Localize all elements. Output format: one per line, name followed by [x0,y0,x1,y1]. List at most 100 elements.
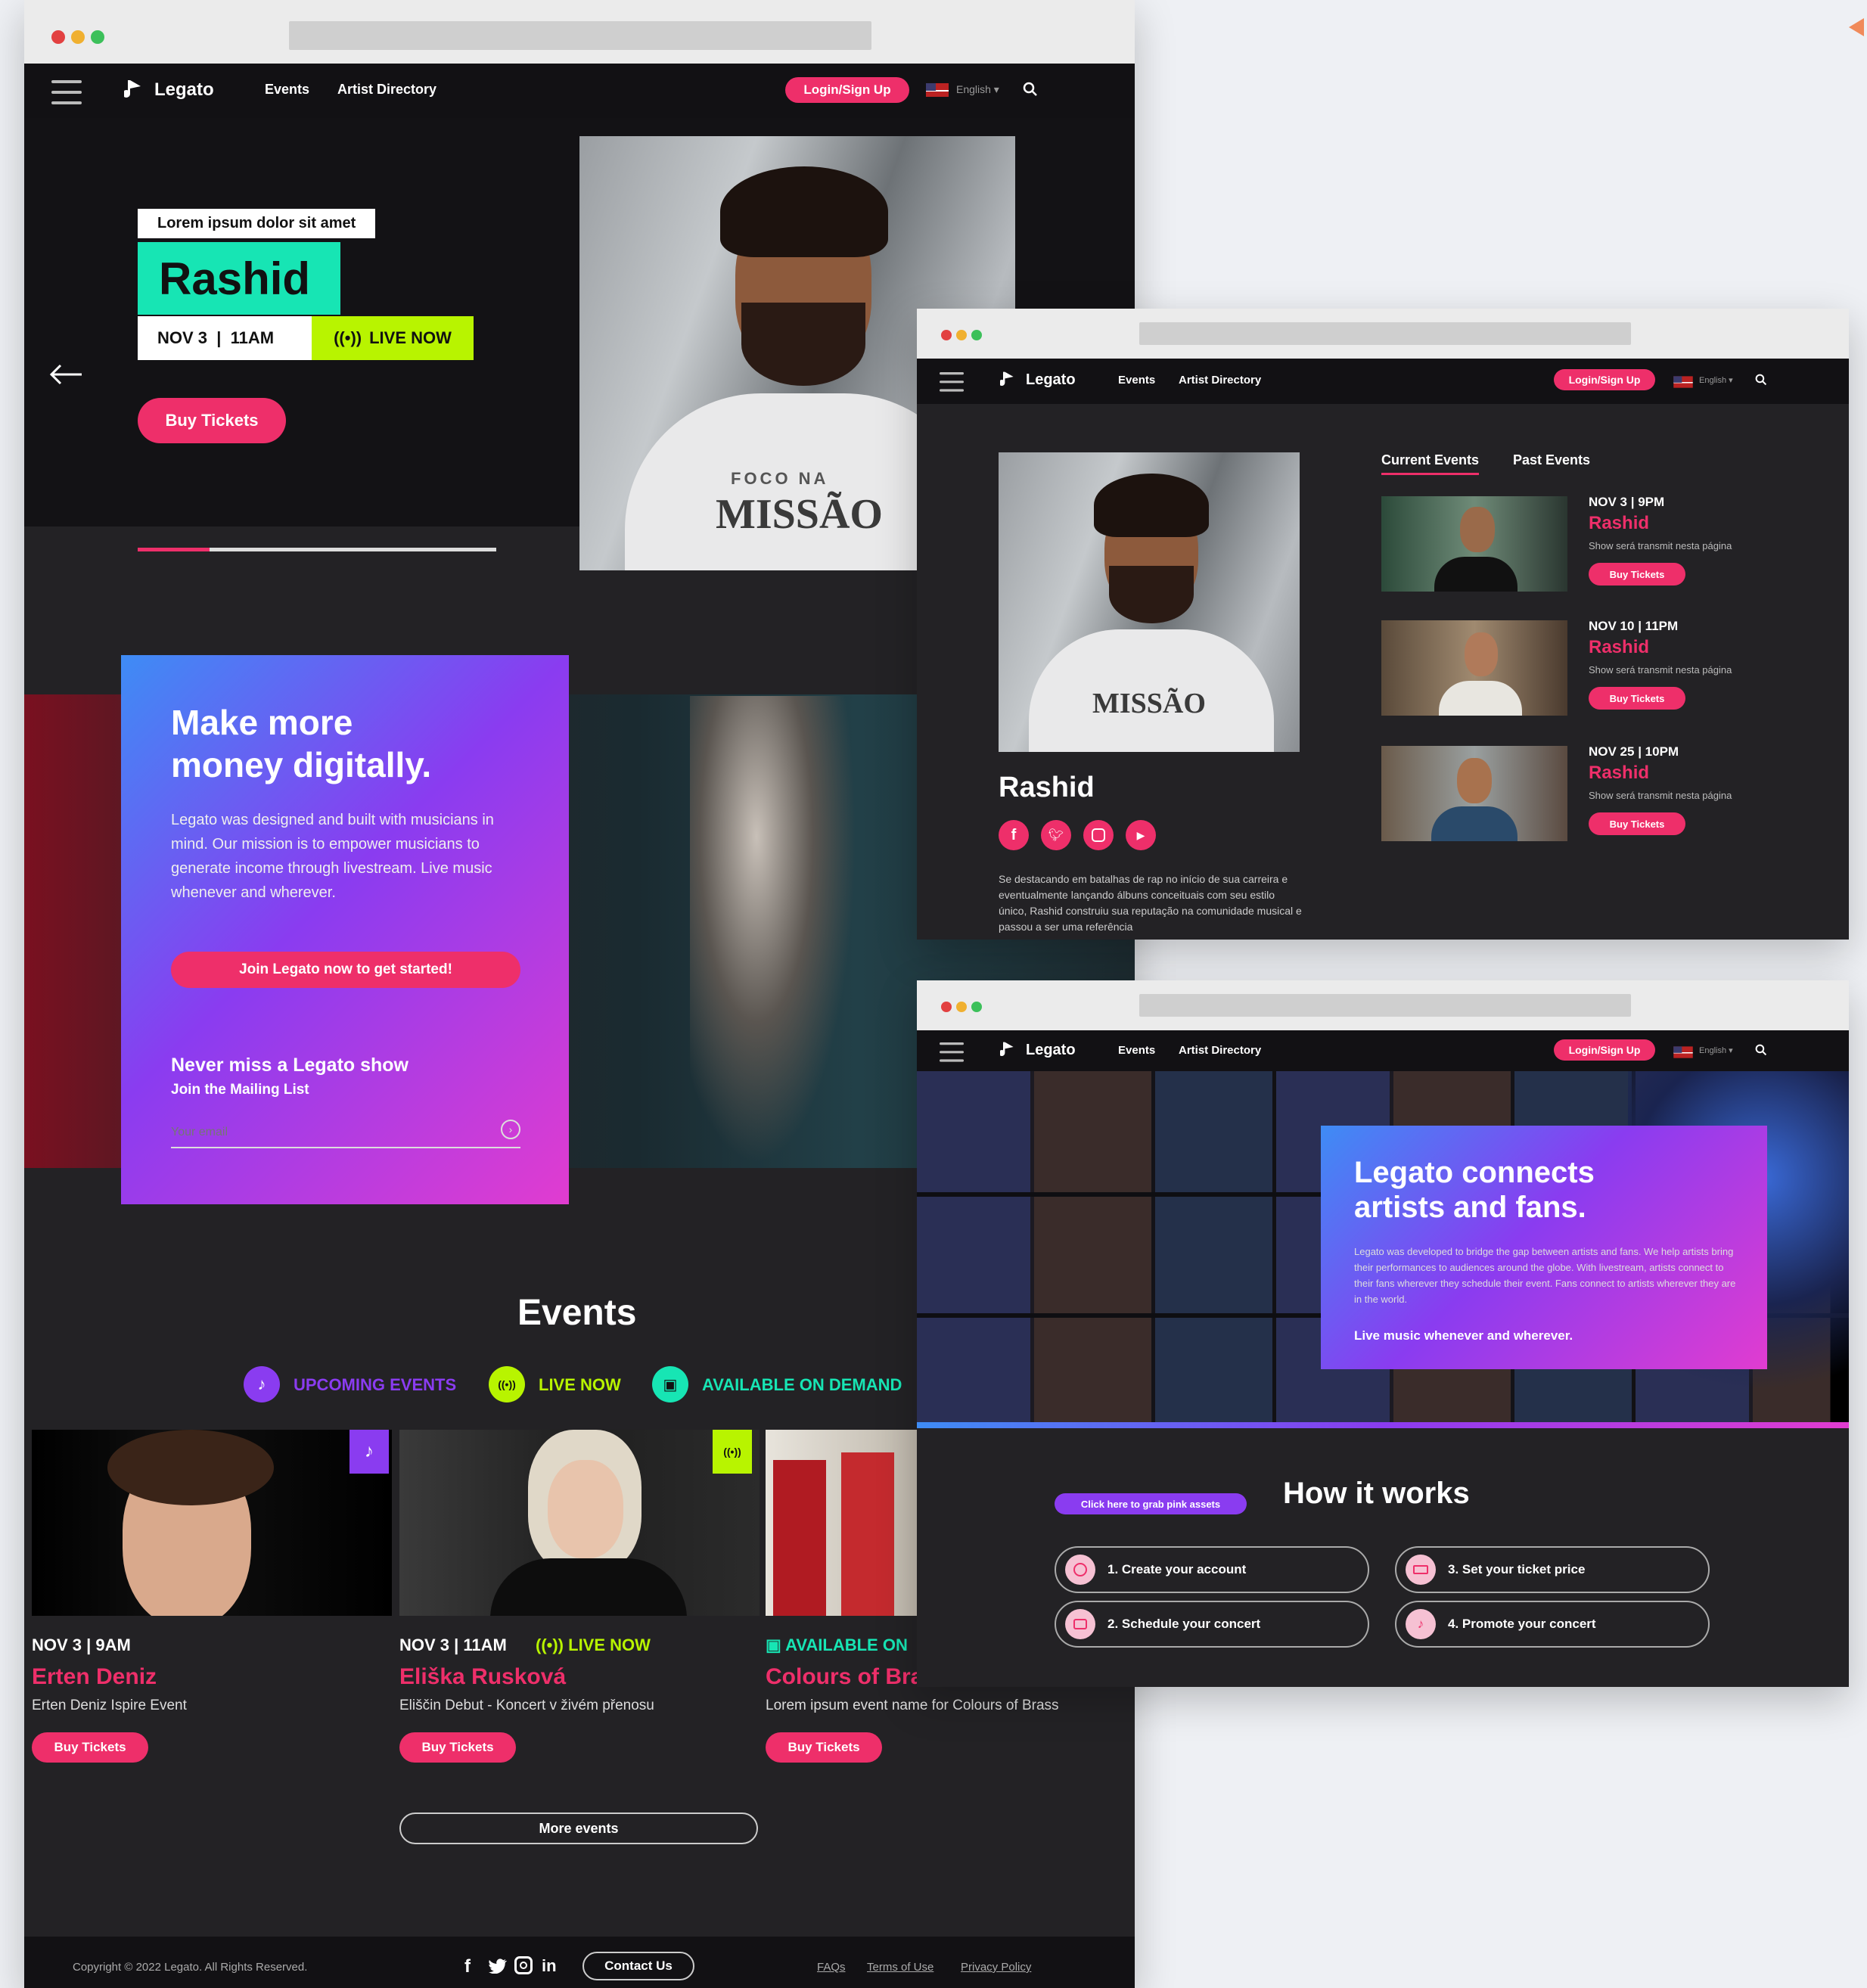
logo[interactable]: Legato [1000,369,1076,390]
facebook-icon[interactable]: f [999,820,1029,850]
twitter-icon[interactable]: 🐦︎ [1041,820,1071,850]
broadcast-icon: ((•)) [334,328,362,347]
artist-event-photo-1[interactable] [1381,496,1567,592]
about-tagline: Live music whenever and wherever. [1354,1328,1573,1343]
artist-event-3-buy-button[interactable]: Buy Tickets [1589,812,1685,835]
event-3-buy-button[interactable]: Buy Tickets [766,1732,882,1763]
artist-name: Rashid [999,772,1095,803]
logo[interactable]: Legato [1000,1039,1076,1061]
language-select[interactable]: English ▾ [1699,375,1733,385]
artist-event-1-desc: Show será transmit nesta página [1589,540,1732,551]
address-bar[interactable] [1139,322,1631,345]
menu-icon[interactable] [940,372,964,392]
login-button[interactable]: Login/Sign Up [785,77,909,103]
step-create-account[interactable]: 1. Create your account [1055,1546,1369,1593]
menu-icon[interactable] [940,1042,964,1062]
event-3-name[interactable]: Colours of Bra [766,1664,923,1690]
instagram-icon[interactable] [1083,820,1114,850]
search-icon[interactable] [1754,372,1769,387]
facebook-icon[interactable]: f [464,1956,471,1977]
event-card-photo-2[interactable]: ((•)) [399,1430,760,1616]
artist-event-1-name[interactable]: Rashid [1589,513,1649,534]
hero-buy-tickets-button[interactable]: Buy Tickets [138,398,286,443]
hero-artist-name: Rashid [138,242,340,315]
search-icon[interactable] [1021,80,1039,98]
join-legato-button[interactable]: Join Legato now to get started! [171,952,520,988]
mailing-subtitle: Join the Mailing List [171,1082,309,1098]
footer-copyright: Copyright © 2022 Legato. All Rights Rese… [73,1961,308,1974]
maximize-dot[interactable] [971,330,982,340]
contact-us-button[interactable]: Contact Us [582,1952,694,1980]
minimize-dot[interactable] [956,330,967,340]
language-select[interactable]: English ▾ [1699,1045,1733,1055]
shirt-text-line2: MISSÃO [1092,688,1206,719]
login-button[interactable]: Login/Sign Up [1554,369,1655,390]
step-3-label: 3. Set your ticket price [1448,1562,1586,1576]
address-bar[interactable] [289,21,871,50]
nav-artist-directory[interactable]: Artist Directory [1179,374,1261,387]
search-icon[interactable] [1754,1042,1769,1058]
filter-upcoming[interactable]: UPCOMING EVENTS [294,1375,456,1395]
artist-event-photo-2[interactable] [1381,620,1567,716]
email-input[interactable] [171,1118,520,1148]
filter-live[interactable]: LIVE NOW [539,1375,621,1395]
nav-artist-directory[interactable]: Artist Directory [1179,1044,1261,1057]
instagram-icon[interactable] [514,1956,533,1974]
maximize-dot[interactable] [971,1002,982,1012]
language-select[interactable]: English ▾ [956,83,999,96]
close-dot[interactable] [941,1002,952,1012]
nav-events[interactable]: Events [265,82,309,98]
photo-hair [1094,474,1209,537]
twitter-icon[interactable] [489,1958,507,1974]
nav-events[interactable]: Events [1118,374,1155,387]
logo[interactable]: Legato [124,77,214,103]
artist-event-2-name[interactable]: Rashid [1589,637,1649,658]
linkedin-icon[interactable]: in [542,1956,557,1976]
event-card-photo-3[interactable] [766,1430,917,1616]
event-card-photo-1[interactable]: ♪ [32,1430,392,1616]
event-2-name[interactable]: Eliška Rusková [399,1664,566,1690]
arrow-left-icon[interactable] [47,356,85,393]
event-2-buy-button[interactable]: Buy Tickets [399,1732,516,1763]
step-set-ticket-price[interactable]: 3. Set your ticket price [1395,1546,1710,1593]
login-button[interactable]: Login/Sign Up [1554,1039,1655,1061]
submit-arrow-icon[interactable]: › [501,1120,520,1139]
grab-assets-button[interactable]: Click here to grab pink assets [1055,1493,1247,1514]
address-bar[interactable] [1139,994,1631,1017]
minimize-dot[interactable] [956,1002,967,1012]
nav-events[interactable]: Events [1118,1044,1155,1057]
footer-link-terms[interactable]: Terms of Use [867,1961,934,1974]
artist-event-3-name[interactable]: Rashid [1589,763,1649,784]
artist-event-1-buy-button[interactable]: Buy Tickets [1589,563,1685,586]
youtube-icon[interactable]: ▶ [1126,820,1156,850]
maximize-dot[interactable] [91,30,104,44]
filter-on-demand[interactable]: AVAILABLE ON DEMAND [702,1375,902,1395]
on-demand-filter-icon[interactable]: ▣ [652,1366,688,1402]
tab-past-events[interactable]: Past Events [1513,452,1590,468]
menu-icon[interactable] [51,80,82,104]
step-schedule-concert[interactable]: 2. Schedule your concert [1055,1601,1369,1648]
close-dot[interactable] [941,330,952,340]
event-1-name[interactable]: Erten Deniz [32,1664,157,1690]
ticket-icon [1406,1555,1436,1585]
close-dot[interactable] [51,30,65,44]
artist-event-photo-3[interactable] [1381,746,1567,841]
legato-logo-icon [1000,1042,1014,1056]
footer-link-privacy[interactable]: Privacy Policy [961,1961,1031,1974]
artist-window: Legato Events Artist Directory Login/Sig… [917,309,1849,940]
artist-bio: Se destacando em batalhas de rap no iníc… [999,873,1302,933]
more-events-button[interactable]: More events [399,1812,758,1844]
step-promote-concert[interactable]: ♪ 4. Promote your concert [1395,1601,1710,1648]
corner-accent-arrow [1849,18,1864,36]
event-1-buy-button[interactable]: Buy Tickets [32,1732,148,1763]
artist-event-2-buy-button[interactable]: Buy Tickets [1589,687,1685,710]
minimize-dot[interactable] [71,30,85,44]
footer-link-faqs[interactable]: FAQs [817,1961,846,1974]
upcoming-filter-icon[interactable]: ♪ [244,1366,280,1402]
hero-slider-track[interactable] [138,548,496,551]
tab-current-events[interactable]: Current Events [1381,452,1480,475]
step-1-label: 1. Create your account [1107,1562,1247,1576]
nav-artist-directory[interactable]: Artist Directory [337,82,436,98]
upcoming-badge-icon: ♪ [349,1430,389,1474]
live-filter-icon[interactable]: ((•)) [489,1366,525,1402]
